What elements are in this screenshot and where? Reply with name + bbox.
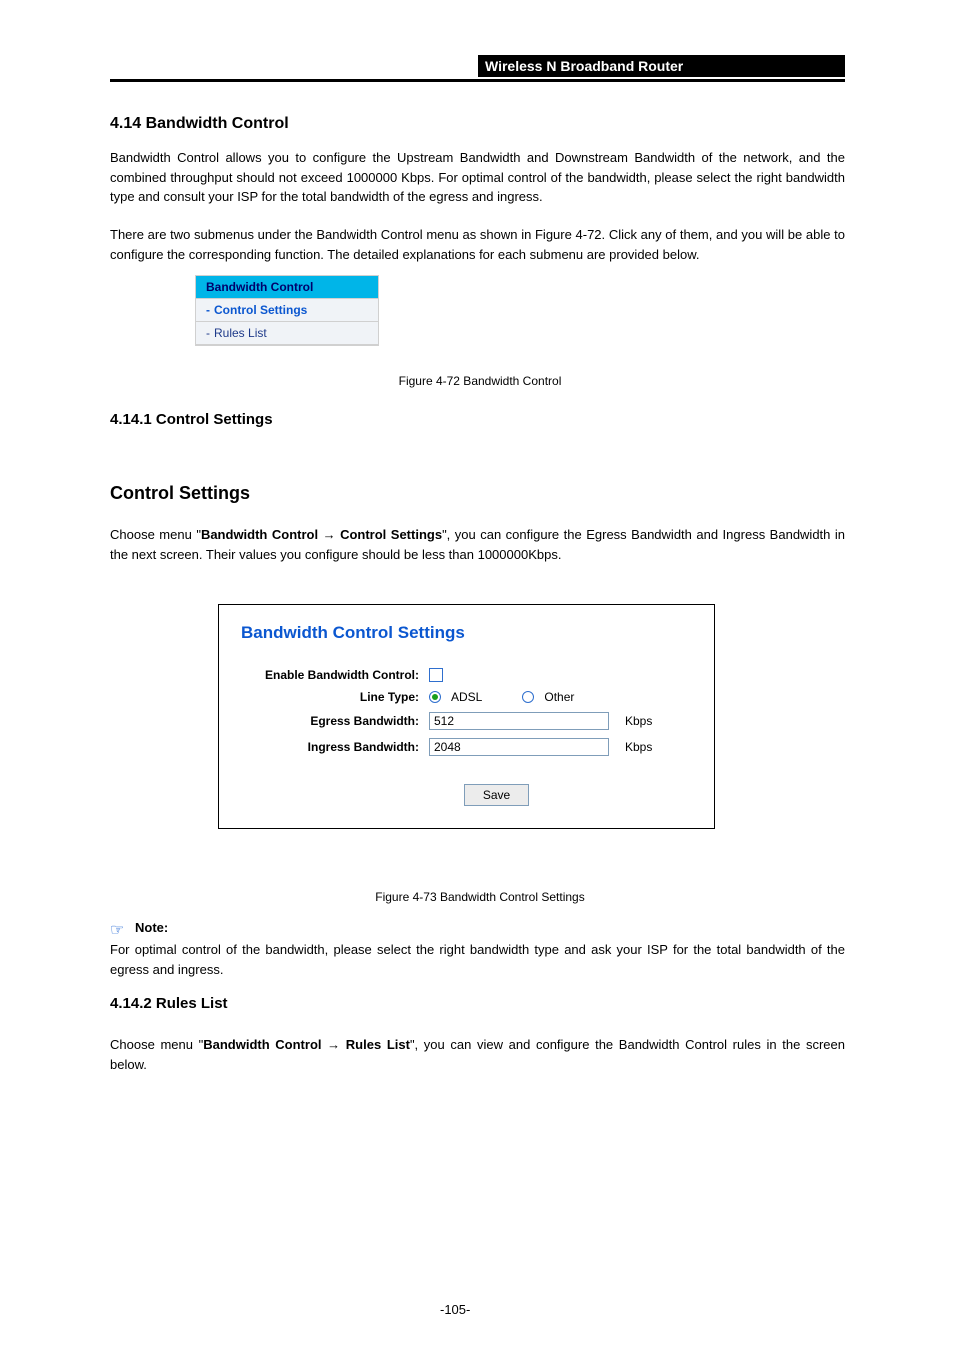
- section-rules-list-heading: 4.14.2 Rules List: [110, 995, 228, 1012]
- note-text: For optimal control of the bandwidth, pl…: [110, 940, 845, 979]
- figure-caption-2: Figure 4-73 Bandwidth Control Settings: [280, 890, 680, 904]
- menu-item-label: Rules List: [214, 326, 267, 340]
- label-other: Other: [544, 690, 574, 704]
- note-label: Note:: [135, 920, 168, 935]
- menu-item-control-settings[interactable]: -Control Settings: [196, 299, 378, 322]
- section2-para: Choose menu "Bandwidth Control → Control…: [110, 525, 845, 564]
- radio-dot-icon: [432, 694, 438, 700]
- text-fragment: Choose menu ": [110, 527, 201, 542]
- dash-icon: -: [206, 303, 210, 317]
- menu-figure: Bandwidth Control -Control Settings -Rul…: [195, 275, 379, 346]
- text-fragment-bold: Bandwidth Control: [203, 1037, 327, 1052]
- header-product: Wireless N Broadband Router: [485, 58, 683, 74]
- menu-item-rules-list[interactable]: -Rules List: [196, 322, 378, 345]
- unit-ingress: Kbps: [625, 740, 652, 754]
- checkbox-enable[interactable]: [429, 668, 443, 682]
- text-fragment-bold: Bandwidth Control: [201, 527, 323, 542]
- unit-egress: Kbps: [625, 714, 652, 728]
- text-fragment: Choose menu ": [110, 1037, 203, 1052]
- input-ingress[interactable]: [429, 738, 609, 756]
- save-button[interactable]: Save: [464, 784, 529, 806]
- row-ingress: Ingress Bandwidth: Kbps: [241, 738, 692, 756]
- section-control-settings-heading: 4.14.1 Control Settings: [110, 411, 273, 428]
- text-fragment-bold: Control Settings: [336, 527, 442, 542]
- panel-title: Bandwidth Control Settings: [241, 623, 692, 643]
- section-bandwidth-control-heading: 4.14 Bandwidth Control: [110, 115, 289, 133]
- label-adsl: ADSL: [451, 690, 482, 704]
- label-line-type: Line Type:: [241, 690, 429, 704]
- note-pointer-icon: ☞: [110, 920, 124, 940]
- input-egress[interactable]: [429, 712, 609, 730]
- section1-para1: Bandwidth Control allows you to configur…: [110, 148, 845, 207]
- radio-other[interactable]: [522, 691, 534, 703]
- dash-icon: -: [206, 326, 210, 340]
- menu-item-label: Control Settings: [214, 303, 307, 317]
- settings-panel: Bandwidth Control Settings Enable Bandwi…: [218, 604, 715, 829]
- label-egress: Egress Bandwidth:: [241, 714, 429, 728]
- page-number: -105-: [440, 1300, 470, 1320]
- section1-para2: There are two submenus under the Bandwid…: [110, 225, 845, 264]
- menu-header: Bandwidth Control: [196, 276, 378, 299]
- label-enable: Enable Bandwidth Control:: [241, 668, 429, 682]
- row-line-type: Line Type: ADSL Other: [241, 690, 692, 704]
- figure-caption-1: Figure 4-72 Bandwidth Control: [280, 374, 680, 388]
- header-divider: [110, 79, 845, 82]
- text-fragment-bold: Rules List: [340, 1037, 410, 1052]
- section3-para: Choose menu "Bandwidth Control → Rules L…: [110, 1035, 845, 1074]
- arrow-right-icon: →: [327, 1037, 340, 1052]
- row-enable: Enable Bandwidth Control:: [241, 668, 692, 682]
- radio-adsl[interactable]: [429, 691, 441, 703]
- row-egress: Egress Bandwidth: Kbps: [241, 712, 692, 730]
- section-control-settings-title: Control Settings: [110, 483, 250, 504]
- arrow-right-icon: →: [323, 527, 336, 542]
- label-ingress: Ingress Bandwidth:: [241, 740, 429, 754]
